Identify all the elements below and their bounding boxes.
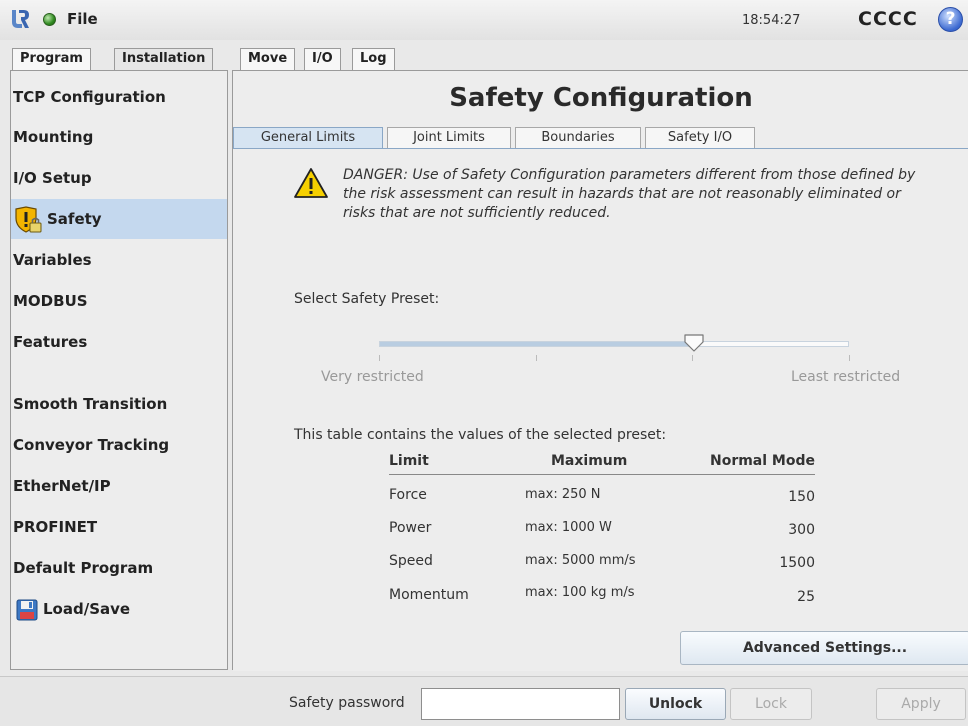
- sidebar-item-mounting[interactable]: Mounting: [11, 117, 227, 157]
- sidebar-item-label: Smooth Transition: [13, 395, 168, 413]
- table-cell-maximum: max: 100 kg m/s: [525, 585, 635, 600]
- advanced-settings-button[interactable]: Advanced Settings...: [680, 631, 968, 665]
- table-cell-limit: Power: [389, 520, 432, 536]
- status-dot-icon: [43, 13, 56, 26]
- clock: 18:54:27: [742, 13, 801, 28]
- sidebar-item-label: EtherNet/IP: [13, 477, 111, 495]
- sidebar-item-load-save[interactable]: Load/Save: [11, 589, 227, 629]
- sidebar-item-safety[interactable]: Safety: [11, 199, 227, 239]
- sidebar-item-default-program[interactable]: Default Program: [11, 548, 227, 588]
- safety-preset-label: Select Safety Preset:: [294, 291, 440, 307]
- sidebar-item-label: I/O Setup: [13, 169, 92, 187]
- shield-lock-icon: [15, 205, 42, 233]
- sidebar-item-label: Conveyor Tracking: [13, 436, 170, 454]
- sidebar-item-label: Features: [13, 333, 88, 351]
- help-icon[interactable]: ?: [938, 7, 963, 32]
- slider-max-label: Least restricted: [791, 369, 901, 385]
- ur-logo-icon: [12, 10, 29, 28]
- bottom-bar: Safety password Unlock Lock Apply: [0, 676, 968, 726]
- table-cell-maximum: max: 250 N: [525, 487, 601, 502]
- safety-configuration-panel: Safety Configuration General Limits Join…: [232, 70, 968, 671]
- top-bar: File 18:54:27 CCCC ?: [0, 0, 968, 40]
- apply-button[interactable]: Apply: [876, 688, 966, 720]
- slider-min-label: Very restricted: [321, 369, 424, 385]
- sidebar-item-variables[interactable]: Variables: [11, 240, 227, 280]
- column-header-maximum: Maximum: [551, 453, 628, 469]
- tab-joint-limits[interactable]: Joint Limits: [387, 127, 511, 148]
- table-cell-maximum: max: 1000 W: [525, 520, 612, 535]
- slider-thumb[interactable]: [683, 333, 705, 353]
- sidebar-item-modbus[interactable]: MODBUS: [11, 281, 227, 321]
- sidebar-item-label: Mounting: [13, 128, 94, 146]
- column-header-limit: Limit: [389, 453, 429, 469]
- slider-tick: [849, 355, 850, 361]
- tab-installation[interactable]: Installation: [114, 48, 214, 70]
- table-cell-maximum: max: 5000 mm/s: [525, 553, 636, 568]
- sidebar-item-label: Safety: [47, 210, 102, 228]
- tab-safety-io[interactable]: Safety I/O: [645, 127, 755, 148]
- sidebar-item-features[interactable]: Features: [11, 322, 227, 362]
- sidebar-item-label: Default Program: [13, 559, 154, 577]
- table-cell-normal: 25: [797, 589, 815, 605]
- installation-sidebar: TCP Configuration Mounting I/O Setup Saf…: [10, 70, 228, 670]
- sidebar-item-smooth-transition[interactable]: Smooth Transition: [11, 384, 227, 424]
- table-header-divider: [389, 474, 815, 475]
- sidebar-item-label: Variables: [13, 251, 92, 269]
- tab-move[interactable]: Move: [240, 48, 296, 70]
- tab-program[interactable]: Program: [12, 48, 91, 70]
- tab-io[interactable]: I/O: [304, 48, 341, 70]
- unlock-button[interactable]: Unlock: [625, 688, 726, 720]
- file-menu[interactable]: File: [67, 10, 98, 28]
- slider-tick: [692, 355, 693, 361]
- safety-preset-slider[interactable]: [379, 341, 849, 347]
- table-cell-normal: 300: [788, 522, 815, 538]
- lock-button[interactable]: Lock: [730, 688, 812, 720]
- sidebar-item-label: TCP Configuration: [13, 88, 166, 106]
- general-limits-content: DANGER: Use of Safety Configuration para…: [233, 148, 968, 671]
- tab-boundaries[interactable]: Boundaries: [515, 127, 641, 148]
- page-title: Safety Configuration: [449, 83, 753, 113]
- warning-triangle-icon: [294, 168, 328, 198]
- sidebar-item-profinet[interactable]: PROFINET: [11, 507, 227, 547]
- sidebar-item-io-setup[interactable]: I/O Setup: [11, 158, 227, 198]
- table-intro-text: This table contains the values of the se…: [294, 427, 667, 443]
- table-cell-limit: Speed: [389, 553, 433, 569]
- sidebar-item-ethernet-ip[interactable]: EtherNet/IP: [11, 466, 227, 506]
- slider-tick: [379, 355, 380, 361]
- floppy-disk-icon: [16, 599, 38, 620]
- slider-fill: [380, 342, 695, 346]
- table-cell-normal: 1500: [779, 555, 815, 571]
- safety-password-field[interactable]: [421, 688, 620, 720]
- sidebar-item-label: MODBUS: [13, 292, 88, 310]
- column-header-normal-mode: Normal Mode: [709, 453, 815, 469]
- slider-tick: [536, 355, 537, 361]
- table-cell-limit: Force: [389, 487, 427, 503]
- sidebar-item-label: PROFINET: [13, 518, 98, 536]
- sidebar-item-tcp-configuration[interactable]: TCP Configuration: [11, 77, 227, 117]
- table-cell-normal: 150: [788, 489, 815, 505]
- robot-name: CCCC: [858, 8, 918, 30]
- safety-password-label: Safety password: [289, 695, 405, 711]
- sidebar-item-conveyor-tracking[interactable]: Conveyor Tracking: [11, 425, 227, 465]
- danger-warning-text: DANGER: Use of Safety Configuration para…: [343, 167, 916, 221]
- table-cell-limit: Momentum: [389, 587, 469, 603]
- sidebar-item-label: Load/Save: [43, 600, 131, 618]
- tab-general-limits[interactable]: General Limits: [233, 127, 383, 148]
- tab-log[interactable]: Log: [352, 48, 395, 70]
